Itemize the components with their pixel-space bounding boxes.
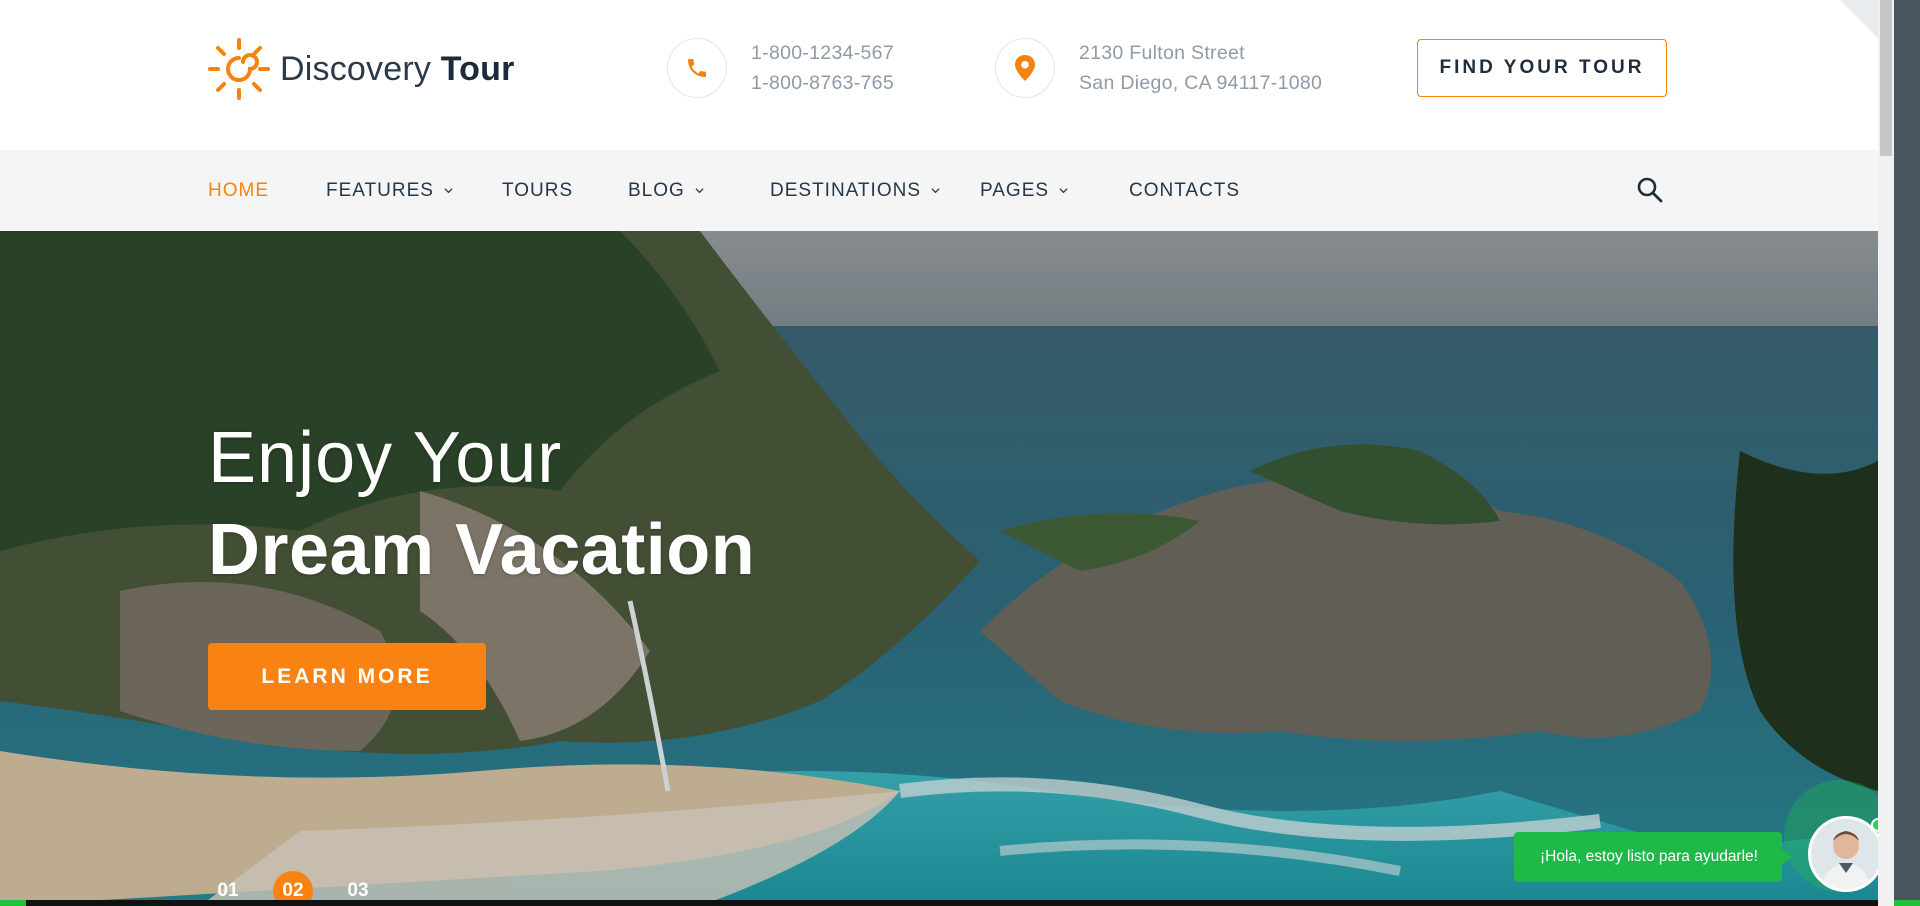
hero-title-line-1: Enjoy Your xyxy=(208,418,563,498)
location-icon-circle xyxy=(995,38,1055,98)
address-line-1: 2130 Fulton Street xyxy=(1079,42,1245,64)
hero-title-line-2: Dream Vacation xyxy=(208,510,756,590)
brand-name: Discovery Tour xyxy=(280,50,515,89)
nav-item-label: CONTACTS xyxy=(1129,179,1241,201)
bottom-edge xyxy=(0,900,1878,906)
chevron-down-icon xyxy=(1059,188,1068,194)
phone-icon-circle xyxy=(667,38,727,98)
bottom-left-indicator xyxy=(0,900,26,906)
nav-item-blog[interactable]: BLOG xyxy=(628,150,704,231)
location-pin-icon xyxy=(1015,55,1035,81)
address-contact: 2130 Fulton Street San Diego, CA 94117-1… xyxy=(995,38,1322,98)
top-header: Discovery Tour 1-800-1234-567 1-800-8763… xyxy=(0,0,1878,150)
search-icon[interactable] xyxy=(1636,176,1664,204)
nav-item-features[interactable]: FEATURES xyxy=(326,150,453,231)
nav-item-label: BLOG xyxy=(628,179,685,201)
nav-item-label: HOME xyxy=(208,179,269,201)
nav-item-pages[interactable]: PAGES xyxy=(980,150,1068,231)
phone-icon xyxy=(688,59,706,77)
nav-item-destinations[interactable]: DESTINATIONS xyxy=(770,150,940,231)
nav-item-contacts[interactable]: CONTACTS xyxy=(1129,150,1240,231)
chevron-down-icon xyxy=(444,188,453,194)
brand-name-light: Discovery xyxy=(280,49,432,88)
chevron-down-icon xyxy=(695,188,704,194)
nav-item-label: TOURS xyxy=(502,179,574,201)
phone-number-2[interactable]: 1-800-8763-765 xyxy=(751,68,894,98)
bottom-right-indicator xyxy=(1894,900,1920,906)
find-your-tour-button[interactable]: FIND YOUR TOUR xyxy=(1417,39,1667,97)
brand-name-bold: Tour xyxy=(440,49,515,88)
nav-item-label: PAGES xyxy=(980,179,1050,201)
avatar-person-icon xyxy=(1811,819,1881,889)
nav-item-label: FEATURES xyxy=(326,179,434,201)
page-scrollbar-thumb[interactable] xyxy=(1880,0,1892,156)
chat-greeting-bubble[interactable]: ¡Hola, estoy listo para ayudarle! xyxy=(1514,832,1792,882)
window-edge xyxy=(1894,0,1920,906)
hero-slider: Enjoy Your Dream Vacation LEARN MORE 01 … xyxy=(0,231,1878,906)
main-navigation: HOME FEATURES TOURS BLOG DESTINATIONS PA… xyxy=(0,150,1878,231)
sun-logo-icon xyxy=(208,38,270,100)
nav-item-home[interactable]: HOME xyxy=(208,150,269,231)
nav-item-label: DESTINATIONS xyxy=(770,179,921,201)
address-line-2: San Diego, CA 94117-1080 xyxy=(1079,72,1323,94)
phone-contact: 1-800-1234-567 1-800-8763-765 xyxy=(667,38,894,98)
phone-number-1[interactable]: 1-800-1234-567 xyxy=(751,38,894,68)
site-logo[interactable]: Discovery Tour xyxy=(206,36,515,102)
nav-item-tours[interactable]: TOURS xyxy=(502,150,573,231)
learn-more-button[interactable]: LEARN MORE xyxy=(208,643,486,710)
chevron-down-icon xyxy=(931,188,940,194)
